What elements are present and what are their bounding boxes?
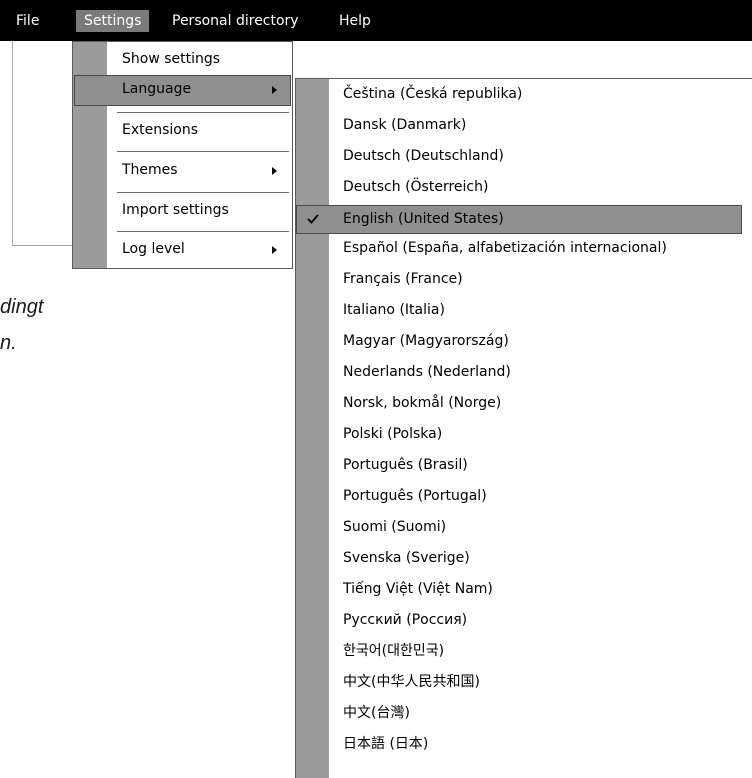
- language-option[interactable]: Русский (Россия): [296, 607, 742, 636]
- checkmark-icon: [307, 214, 319, 224]
- language-option[interactable]: Italiano (Italia): [296, 297, 742, 326]
- language-option-label: Magyar (Magyarország): [343, 333, 509, 349]
- language-option-label: Tiếng Việt (Việt Nam): [343, 581, 493, 597]
- background-panel-border: [12, 41, 13, 246]
- language-option-label: Nederlands (Nederland): [343, 364, 511, 380]
- submenu-arrow-icon: [272, 86, 277, 94]
- language-option[interactable]: Deutsch (Österreich): [296, 174, 742, 203]
- language-option[interactable]: Norsk, bokmål (Norge): [296, 390, 742, 419]
- menu-item-language[interactable]: Language: [74, 75, 291, 106]
- language-option[interactable]: Magyar (Magyarország): [296, 328, 742, 357]
- menu-item-label: Show settings: [122, 51, 221, 67]
- language-option-label: Dansk (Danmark): [343, 117, 467, 133]
- menu-item-extensions[interactable]: Extensions: [74, 116, 291, 147]
- language-option[interactable]: 한국어(대한민국): [296, 638, 742, 667]
- language-option[interactable]: Español (España, alfabetización internac…: [296, 235, 742, 264]
- settings-dropdown: Show settings Language Extensions Themes…: [72, 41, 293, 269]
- menu-settings[interactable]: Settings: [76, 10, 150, 32]
- language-option-label: Italiano (Italia): [343, 302, 445, 318]
- background-text: n.: [0, 332, 17, 354]
- menu-item-label: Themes: [122, 162, 178, 178]
- language-option-label: Čeština (Česká republika): [343, 86, 523, 102]
- language-option[interactable]: Français (France): [296, 266, 742, 295]
- language-option[interactable]: 中文(台灣): [296, 700, 742, 729]
- menu-item-show-settings[interactable]: Show settings: [74, 45, 291, 76]
- language-option-label: 中文(台灣): [343, 705, 410, 721]
- menu-item-import-settings[interactable]: Import settings: [74, 196, 291, 227]
- language-option[interactable]: 中文(中华人民共和国): [296, 669, 742, 698]
- language-option-label: Português (Brasil): [343, 457, 468, 473]
- menu-item-label: Import settings: [122, 202, 229, 218]
- language-option[interactable]: Português (Brasil): [296, 452, 742, 481]
- menu-item-log-level[interactable]: Log level: [74, 235, 291, 266]
- language-option-label: Norsk, bokmål (Norge): [343, 395, 502, 411]
- language-option-label: Português (Portugal): [343, 488, 487, 504]
- language-option[interactable]: Português (Portugal): [296, 483, 742, 512]
- language-option[interactable]: Suomi (Suomi): [296, 514, 742, 543]
- language-option[interactable]: Dansk (Danmark): [296, 112, 742, 141]
- menu-personal-directory[interactable]: Personal directory: [172, 10, 299, 32]
- menu-bar: File Settings Personal directory Help: [0, 0, 752, 41]
- menu-separator: [117, 231, 289, 232]
- menu-item-themes[interactable]: Themes: [74, 156, 291, 187]
- language-option-label: Deutsch (Österreich): [343, 179, 489, 195]
- language-option[interactable]: Svenska (Sverige): [296, 545, 742, 574]
- language-option-selected[interactable]: English (United States): [296, 205, 742, 234]
- menu-separator: [117, 151, 289, 152]
- language-option-label: Svenska (Sverige): [343, 550, 470, 566]
- menu-item-label: Log level: [122, 241, 185, 257]
- language-option-label: English (United States): [343, 211, 504, 227]
- language-option-label: Español (España, alfabetización internac…: [343, 240, 667, 256]
- language-option[interactable]: Polski (Polska): [296, 421, 742, 450]
- language-option[interactable]: Tiếng Việt (Việt Nam): [296, 576, 742, 605]
- language-submenu: Čeština (Česká republika) Dansk (Danmark…: [295, 78, 752, 778]
- menu-separator: [117, 192, 289, 193]
- background-text: dingt: [0, 296, 44, 318]
- language-option-label: Suomi (Suomi): [343, 519, 447, 535]
- menu-file[interactable]: File: [16, 10, 39, 32]
- language-option[interactable]: Čeština (Česká republika): [296, 81, 742, 110]
- language-option-label: 한국어(대한민국): [343, 643, 445, 659]
- language-option-label: Polski (Polska): [343, 426, 443, 442]
- language-option[interactable]: Deutsch (Deutschland): [296, 143, 742, 172]
- menu-help[interactable]: Help: [339, 10, 371, 32]
- language-option-label: 日本語 (日本): [343, 736, 429, 752]
- menu-item-label: Extensions: [122, 122, 199, 138]
- language-option[interactable]: 日本語 (日本): [296, 731, 742, 760]
- language-option-label: Français (France): [343, 271, 463, 287]
- language-option-label: Русский (Россия): [343, 612, 468, 628]
- menu-item-label: Language: [122, 81, 192, 97]
- background-panel-border: [12, 245, 74, 246]
- language-option[interactable]: Nederlands (Nederland): [296, 359, 742, 388]
- language-option-label: Deutsch (Deutschland): [343, 148, 504, 164]
- submenu-arrow-icon: [272, 246, 277, 254]
- submenu-arrow-icon: [272, 167, 277, 175]
- language-option-label: 中文(中华人民共和国): [343, 674, 480, 690]
- menu-separator: [117, 112, 289, 113]
